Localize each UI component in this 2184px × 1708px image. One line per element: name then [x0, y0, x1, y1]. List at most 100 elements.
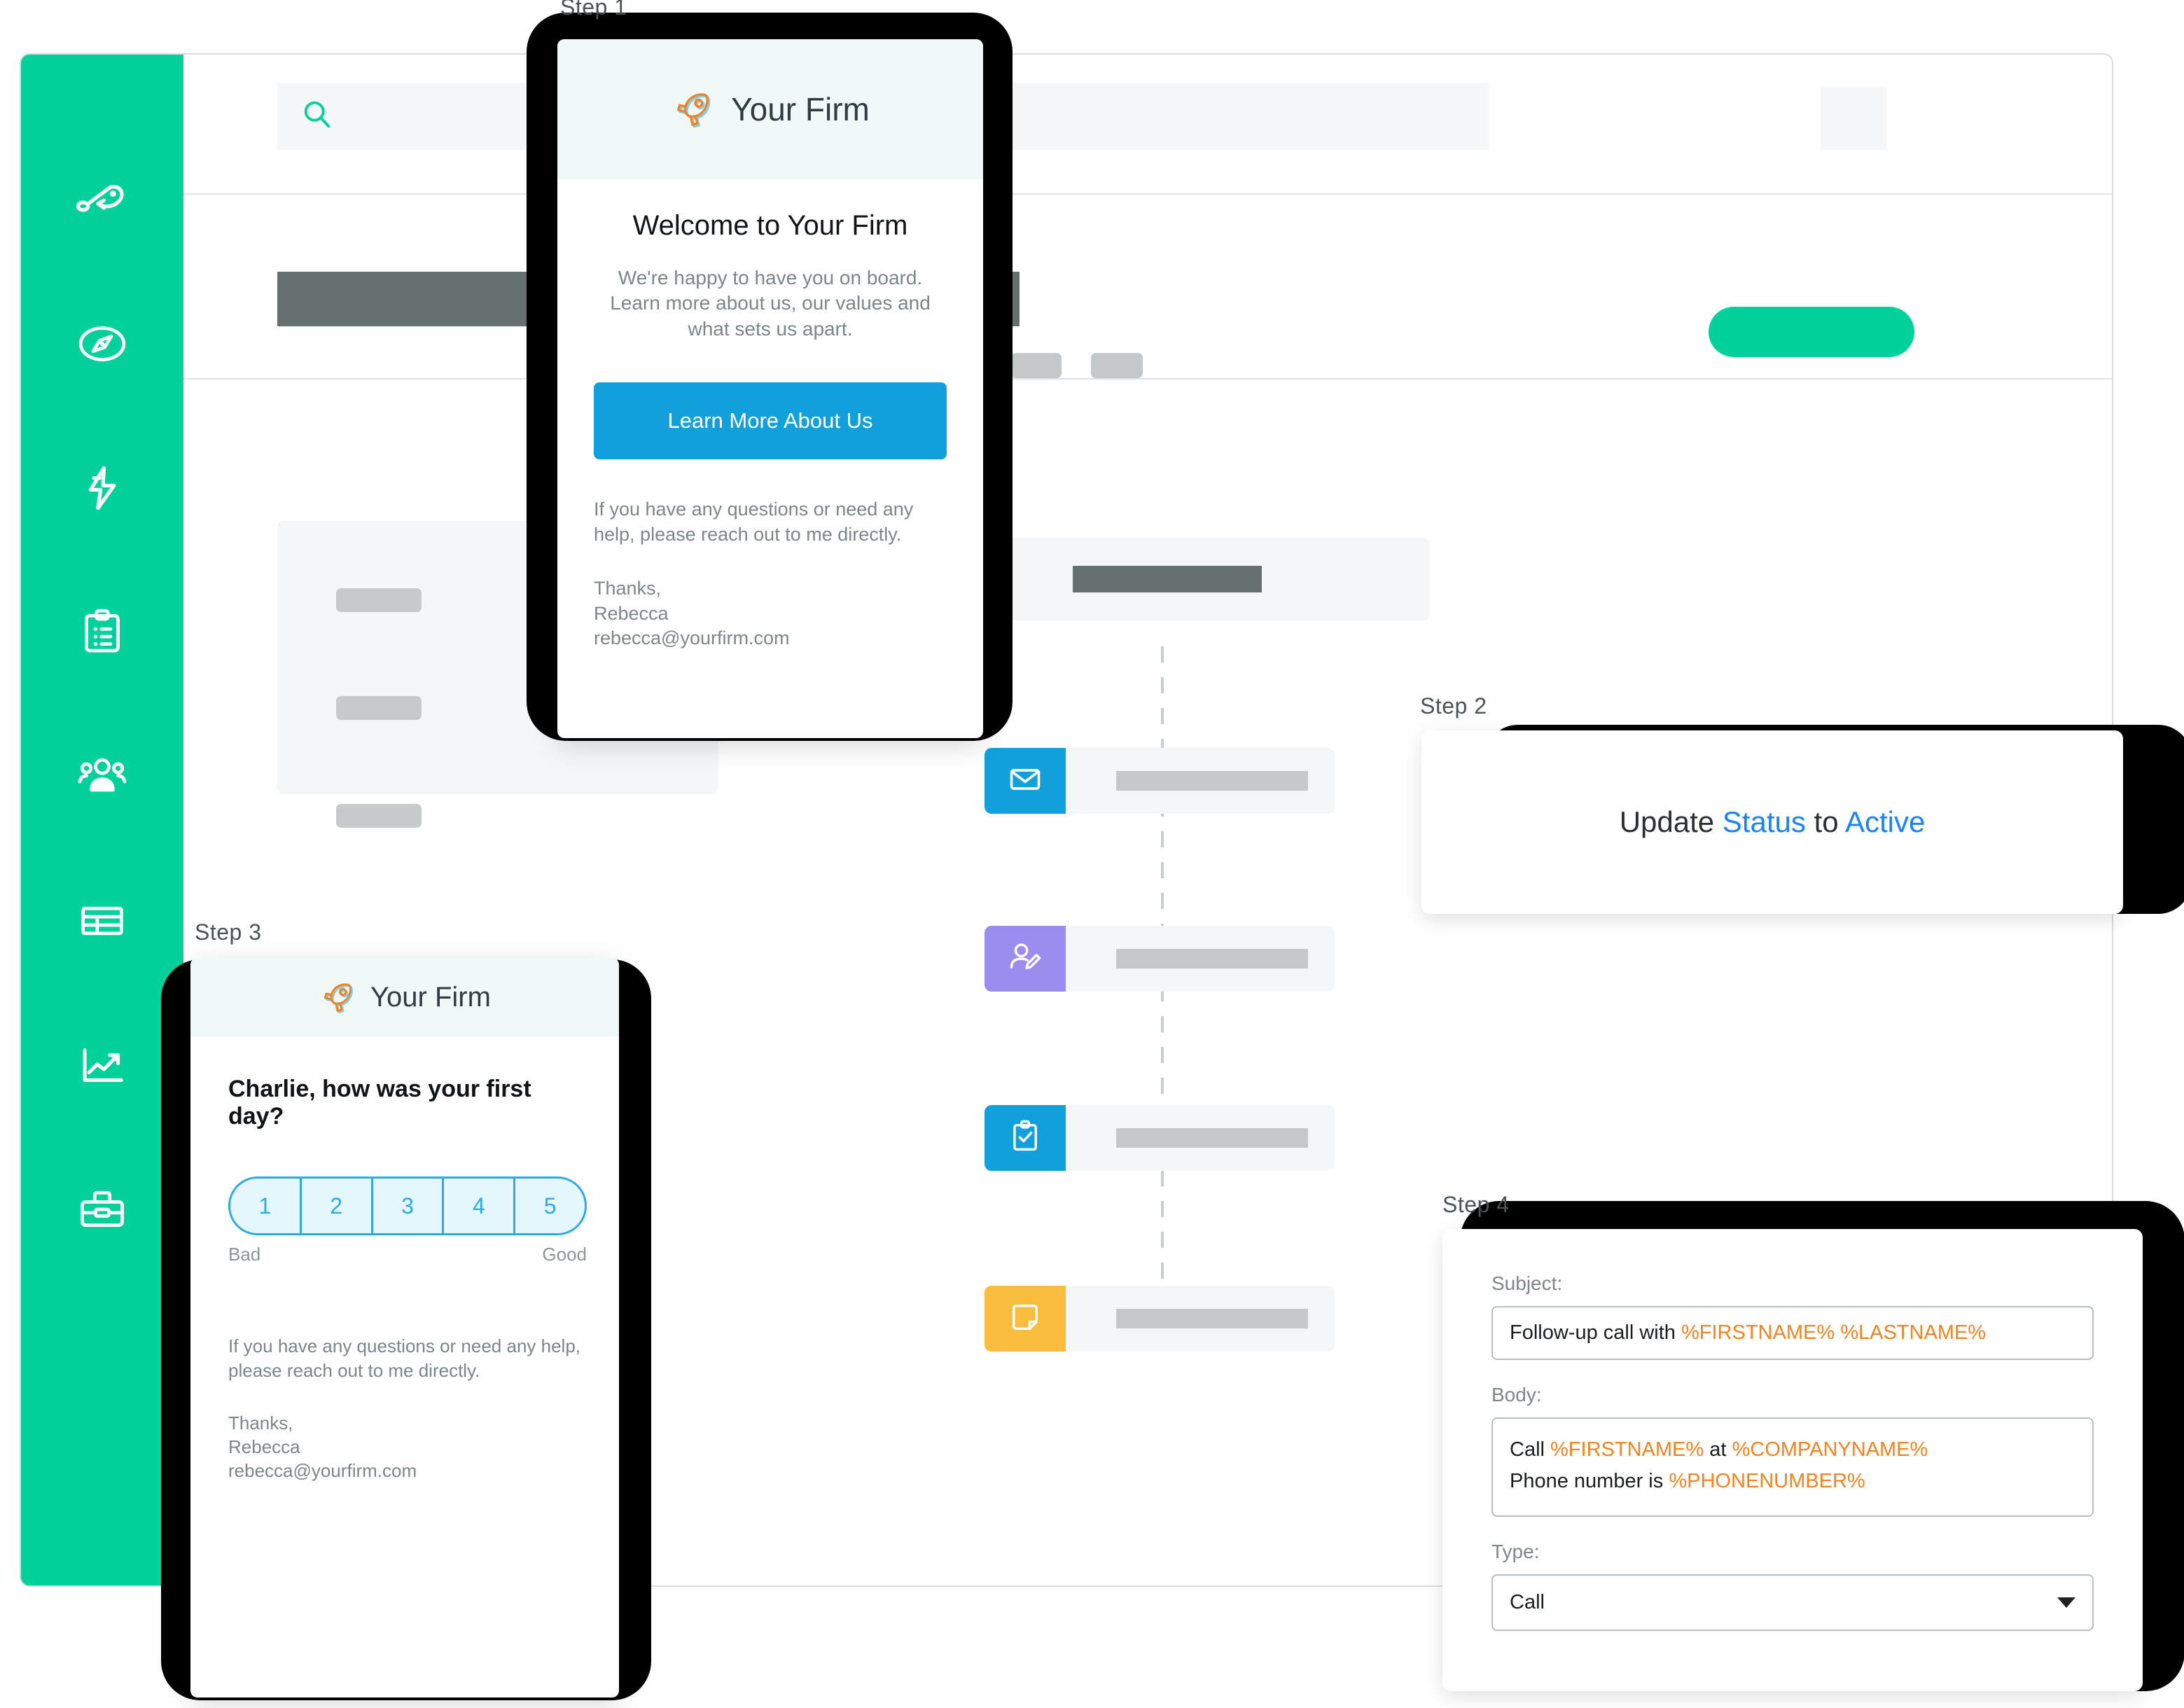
placeholder-line — [336, 588, 422, 612]
clipboard-check-icon — [1007, 1118, 1043, 1158]
status-value: Active — [1844, 805, 1926, 838]
chevron-down-icon — [2057, 1597, 2075, 1608]
top-right-placeholder[interactable] — [1821, 87, 1886, 150]
sidebar-item-tools[interactable] — [21, 1137, 183, 1282]
email-body: Welcome to Your Firm We're happy to have… — [557, 179, 983, 651]
mobile-footer-text: If you have any questions or need any he… — [228, 1335, 581, 1381]
primary-action-button[interactable] — [1709, 307, 1914, 357]
timeline-text-placeholder — [1116, 949, 1308, 968]
body-line2-a: Phone number is — [1510, 1469, 1669, 1492]
task-form-card: Subject: Follow-up call with %FIRSTNAME%… — [1442, 1229, 2143, 1691]
subject-label: Subject: — [1491, 1272, 1563, 1294]
status-field: Status — [1722, 805, 1806, 838]
body-input[interactable]: Call %FIRSTNAME% at %COMPANYNAME% Phone … — [1491, 1417, 2094, 1517]
email-signature: Thanks, Rebecca rebecca@yourfirm.com — [594, 576, 947, 650]
sidebar-item-reports[interactable] — [21, 993, 183, 1137]
rating-option-3[interactable]: 3 — [373, 1179, 445, 1233]
signature-thanks: Thanks, — [228, 1412, 293, 1433]
signature-name: Rebecca — [594, 602, 669, 624]
timeline-row[interactable] — [985, 926, 1335, 992]
subject-input[interactable]: Follow-up call with %FIRSTNAME% %LASTNAM… — [1491, 1306, 2094, 1360]
rocket-swoosh-icon — [76, 173, 129, 226]
rating-option-2[interactable]: 2 — [301, 1179, 373, 1233]
signature-thanks: Thanks, — [594, 578, 662, 599]
sidebar-item-tasks[interactable] — [21, 560, 183, 704]
body-line-2: Phone number is %PHONENUMBER% — [1510, 1466, 2075, 1497]
signature-name: Rebecca — [228, 1436, 300, 1457]
type-selected-value: Call — [1510, 1590, 1545, 1613]
tab-item-3[interactable] — [1011, 353, 1062, 378]
placeholder-line — [336, 696, 422, 720]
step-2-label: Step 2 — [1420, 693, 1487, 718]
clipboard-list-icon — [76, 606, 129, 659]
email-brand-header: Your Firm — [557, 39, 983, 179]
status-middle: to — [1805, 805, 1845, 838]
tab-item-4[interactable] — [1091, 353, 1143, 378]
mobile-signature: Thanks, Rebecca rebecca@yourfirm.com — [228, 1411, 581, 1483]
learn-more-button[interactable]: Learn More About Us — [594, 382, 947, 460]
rating-option-1[interactable]: 1 — [230, 1179, 302, 1233]
rating-scale-labels: Bad Good — [228, 1244, 587, 1265]
timeline-text-placeholder — [1116, 771, 1308, 791]
mobile-survey-card: Your Firm Charlie, how was your first da… — [190, 958, 619, 1697]
note-icon — [1007, 1299, 1043, 1339]
trend-chart-icon — [76, 1039, 129, 1092]
timeline-row[interactable] — [985, 748, 1335, 814]
step-1-label: Step 1 — [560, 0, 627, 20]
user-edit-icon — [1007, 939, 1043, 979]
body-line-1: Call %FIRSTNAME% at %COMPANYNAME% — [1510, 1434, 2075, 1466]
status-update-card: Update Status to Active — [1421, 730, 2123, 914]
people-group-icon — [76, 750, 129, 803]
body-token-phonenumber: %PHONENUMBER% — [1669, 1469, 1865, 1492]
top-bar — [183, 55, 2112, 195]
timeline-row[interactable] — [985, 1105, 1335, 1171]
subject-token-firstname: %FIRSTNAME% — [1681, 1321, 1835, 1344]
rating-option-5[interactable]: 5 — [515, 1179, 585, 1233]
scale-high-label: Good — [542, 1244, 587, 1265]
lightning-bolt-icon — [76, 461, 129, 515]
survey-question: Charlie, how was your first day? — [228, 1076, 531, 1130]
email-subtitle: We're happy to have you on board. Learn … — [610, 267, 931, 340]
type-select[interactable]: Call — [1491, 1574, 2094, 1631]
subject-token-lastname: %LASTNAME% — [1840, 1321, 1987, 1344]
rocket-icon — [319, 978, 356, 1016]
timeline-text-placeholder — [1116, 1309, 1308, 1328]
toolbox-icon — [76, 1183, 129, 1236]
mobile-brand-header: Your Firm — [190, 958, 619, 1036]
mobile-brand-name: Your Firm — [370, 981, 491, 1013]
table-grid-icon — [76, 894, 129, 947]
email-brand-name: Your Firm — [731, 91, 870, 127]
status-update-text: Update Status to Active — [1620, 805, 1926, 839]
timeline-header-placeholder — [996, 538, 1430, 620]
rating-option-4[interactable]: 4 — [444, 1179, 516, 1233]
sidebar-item-contacts[interactable] — [21, 704, 183, 849]
status-prefix: Update — [1619, 805, 1723, 838]
email-title: Welcome to Your Firm — [632, 210, 908, 241]
search-icon — [301, 99, 333, 134]
sidebar-item-records[interactable] — [21, 849, 183, 993]
body-line1-b: at — [1704, 1438, 1732, 1461]
compass-icon — [76, 317, 129, 370]
email-footer-text: If you have any questions or need any he… — [594, 499, 914, 545]
timeline-row[interactable] — [985, 1286, 1335, 1352]
envelope-icon — [1007, 761, 1043, 801]
sidebar-item-automations[interactable] — [21, 416, 183, 560]
step-3-label: Step 3 — [195, 919, 262, 945]
sidebar-item-logo[interactable] — [21, 127, 183, 272]
body-token-firstname: %FIRSTNAME% — [1550, 1438, 1704, 1461]
email-preview-card: Your Firm Welcome to Your Firm We're hap… — [557, 39, 983, 738]
sidebar — [21, 55, 183, 1585]
timeline-header-bar — [1073, 566, 1262, 592]
rating-scale[interactable]: 1 2 3 4 5 — [228, 1176, 587, 1235]
signature-email: rebecca@yourfirm.com — [228, 1460, 417, 1482]
body-line1-a: Call — [1510, 1438, 1551, 1461]
signature-email: rebecca@yourfirm.com — [594, 627, 790, 648]
sidebar-item-explore[interactable] — [21, 272, 183, 416]
timeline-text-placeholder — [1116, 1128, 1308, 1148]
screenshot-stage: Step 1 Your Firm Welcome to Your Firm We… — [0, 0, 2184, 1708]
body-label: Body: — [1491, 1384, 1542, 1405]
step-4-label: Step 4 — [1442, 1192, 1510, 1217]
rocket-icon — [671, 88, 714, 131]
type-label: Type: — [1491, 1540, 1540, 1562]
placeholder-line — [336, 804, 422, 828]
